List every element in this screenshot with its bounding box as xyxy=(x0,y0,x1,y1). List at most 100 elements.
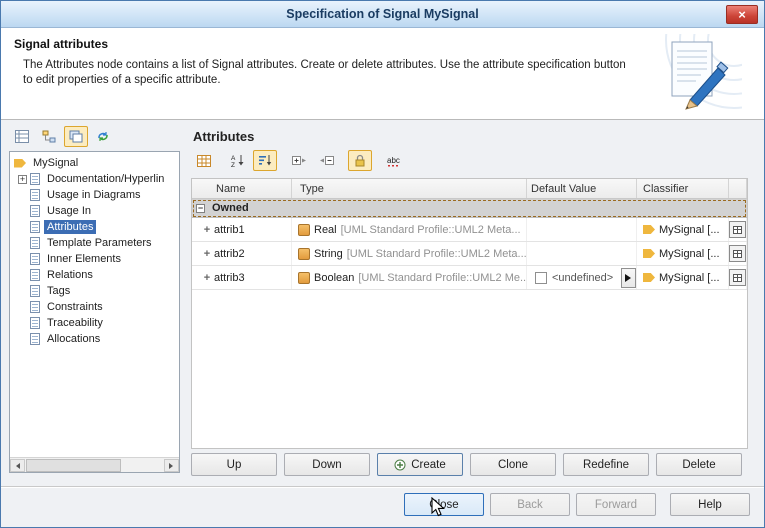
footer-separator xyxy=(1,486,764,488)
tree-item-constraints[interactable]: Constraints xyxy=(10,299,179,315)
collapse-nodes-button[interactable] xyxy=(314,150,338,171)
expand-box-icon[interactable]: + xyxy=(18,175,27,184)
row-actions-cell xyxy=(729,266,747,289)
type-detail: [UML Standard Profile::UML2 Me... xyxy=(358,272,527,284)
scroll-right-icon xyxy=(169,463,176,469)
expand-all-icon xyxy=(292,154,307,167)
sort-order-button[interactable] xyxy=(253,150,277,171)
table-row-attrib1[interactable]: + attrib1 Real [UML Standard Profile::UM… xyxy=(192,218,747,242)
expand-nodes-button[interactable] xyxy=(287,150,311,171)
open-specification-button[interactable] xyxy=(729,269,746,286)
tree-item-tags[interactable]: Tags xyxy=(10,283,179,299)
header-description: The Attributes node contains a list of S… xyxy=(23,58,631,88)
table-icon xyxy=(733,226,742,234)
delete-button[interactable]: Delete xyxy=(656,453,742,476)
structure-view-button[interactable] xyxy=(64,126,88,147)
document-icon xyxy=(30,205,40,217)
tree-horizontal-scrollbar[interactable] xyxy=(10,457,179,472)
document-icon xyxy=(30,269,40,281)
default-value-cell: <undefined> xyxy=(527,266,637,289)
group-row-owned[interactable]: − Owned xyxy=(192,199,747,218)
title-bar[interactable]: Specification of Signal MySignal × xyxy=(1,1,764,28)
tree-item-inner-elements[interactable]: Inner Elements xyxy=(10,251,179,267)
scroll-left-button[interactable] xyxy=(10,459,25,472)
dialog-buttons: Close Back Forward Help xyxy=(404,493,750,516)
name-cell: + attrib2 xyxy=(192,242,292,265)
default-value: <undefined> xyxy=(552,272,613,284)
type-name: Real xyxy=(314,224,337,236)
tree-item-allocations[interactable]: Allocations xyxy=(10,331,179,347)
classifier-value: MySignal [... xyxy=(659,224,720,236)
tree-item-usage-in-diagrams[interactable]: Usage in Diagrams xyxy=(10,187,179,203)
classifier-cell: MySignal [... xyxy=(637,242,729,265)
value-expand-button[interactable] xyxy=(621,268,636,288)
attribute-name: attrib3 xyxy=(214,272,245,284)
column-header-default-value[interactable]: Default Value xyxy=(527,179,637,198)
open-specification-button[interactable] xyxy=(729,245,746,262)
table-row-attrib2[interactable]: + attrib2 String [UML Standard Profile::… xyxy=(192,242,747,266)
tree-item-label: Traceability xyxy=(44,316,106,330)
tree-item-root[interactable]: MySignal xyxy=(10,155,179,171)
create-button[interactable]: Create xyxy=(377,453,463,476)
scroll-left-icon xyxy=(13,463,20,469)
sort-alphabetic-icon: AZ xyxy=(231,154,245,167)
close-button[interactable]: Close xyxy=(404,493,484,516)
up-button[interactable]: Up xyxy=(191,453,277,476)
document-icon xyxy=(30,189,40,201)
document-icon xyxy=(30,317,40,329)
list-view-icon xyxy=(15,130,29,143)
help-button[interactable]: Help xyxy=(670,493,750,516)
default-value-cell xyxy=(527,242,637,265)
attribute-name: attrib2 xyxy=(214,248,245,260)
tree-item-label: Usage In xyxy=(44,204,94,218)
arrow-right-icon xyxy=(625,274,635,282)
scrollbar-thumb[interactable] xyxy=(26,459,121,472)
boolean-checkbox[interactable] xyxy=(535,272,547,284)
default-value-cell xyxy=(527,218,637,241)
refresh-button[interactable] xyxy=(91,126,115,147)
datatype-icon xyxy=(298,272,310,284)
tree-item-usage-in[interactable]: Usage In xyxy=(10,203,179,219)
tree-item-traceability[interactable]: Traceability xyxy=(10,315,179,331)
columns-button[interactable] xyxy=(192,150,216,171)
dialog-header: Signal attributes The Attributes node co… xyxy=(1,28,764,120)
clone-button[interactable]: Clone xyxy=(470,453,556,476)
list-view-button[interactable] xyxy=(10,126,34,147)
collapse-box-icon[interactable]: − xyxy=(196,204,205,213)
sort-order-icon xyxy=(258,154,272,167)
attributes-panel-title: Attributes xyxy=(193,129,254,144)
svg-text:abc: abc xyxy=(387,156,400,165)
window-title: Specification of Signal MySignal xyxy=(1,1,764,27)
type-detail: [UML Standard Profile::UML2 Meta... xyxy=(347,248,527,260)
classifier-value: MySignal [... xyxy=(659,248,720,260)
tree-item-template-parameters[interactable]: Template Parameters xyxy=(10,235,179,251)
redefine-button[interactable]: Redefine xyxy=(563,453,649,476)
scroll-right-button[interactable] xyxy=(164,459,179,472)
column-header-type[interactable]: Type xyxy=(292,179,527,198)
tree-item-relations[interactable]: Relations xyxy=(10,267,179,283)
lock-button[interactable] xyxy=(348,150,372,171)
table-row-attrib3[interactable]: + attrib3 Boolean [UML Standard Profile:… xyxy=(192,266,747,290)
sort-alphabetically-button[interactable]: AZ xyxy=(226,150,250,171)
tree-item-documentation[interactable]: + Documentation/Hyperlin xyxy=(10,171,179,187)
name-filter-button[interactable]: abc xyxy=(382,150,408,171)
row-expander-icon[interactable]: + xyxy=(200,248,214,260)
row-expander-icon[interactable]: + xyxy=(200,272,214,284)
down-button[interactable]: Down xyxy=(284,453,370,476)
svg-text:Z: Z xyxy=(231,162,235,167)
type-name: Boolean xyxy=(314,272,354,284)
tree-item-attributes[interactable]: Attributes xyxy=(10,219,179,235)
close-window-button[interactable]: × xyxy=(726,5,758,24)
tree-item-label: Usage in Diagrams xyxy=(44,188,144,202)
type-detail: [UML Standard Profile::UML2 Meta... xyxy=(341,224,521,236)
back-button[interactable]: Back xyxy=(490,493,570,516)
column-header-classifier[interactable]: Classifier xyxy=(637,179,729,198)
open-specification-button[interactable] xyxy=(729,221,746,238)
tree-view-button[interactable] xyxy=(37,126,61,147)
forward-button[interactable]: Forward xyxy=(576,493,656,516)
column-header-name[interactable]: Name xyxy=(192,179,292,198)
document-icon xyxy=(30,301,40,313)
tree-view-icon xyxy=(42,130,56,143)
classifier-cell: MySignal [... xyxy=(637,218,729,241)
row-expander-icon[interactable]: + xyxy=(200,224,214,236)
